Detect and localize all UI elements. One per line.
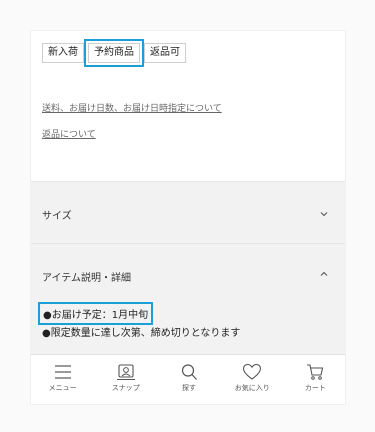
- heart-icon: [243, 363, 262, 380]
- tab-search-label: 探す: [182, 384, 196, 392]
- item-description-title: アイテム説明・詳細: [42, 273, 131, 284]
- tab-snap-label: スナップ: [111, 384, 140, 392]
- tab-favorites[interactable]: お気に入り: [221, 355, 284, 404]
- item-description-header[interactable]: アイテム説明・詳細: [31, 244, 345, 294]
- tag-new-arrival: 新入荷: [42, 43, 84, 63]
- tab-snap[interactable]: スナップ: [94, 355, 157, 404]
- snap-icon: [116, 364, 135, 380]
- tab-cart-label: カート: [304, 384, 326, 392]
- tab-favorites-label: お気に入り: [234, 384, 270, 392]
- size-section-title: サイズ: [42, 211, 72, 222]
- tag-highlight-frame: 予約商品: [84, 39, 144, 67]
- tag-preorder: 予約商品: [88, 43, 140, 63]
- tab-menu-label: メニュー: [48, 384, 77, 392]
- bottom-tab-bar: メニュー スナップ 探す お気に入り カート: [31, 354, 345, 404]
- returns-info-link[interactable]: 返品について: [42, 127, 96, 140]
- tag-returnable: 返品可: [144, 43, 186, 63]
- product-detail-panel: 新入荷 予約商品 返品可 送料、お届け日数、お届け日時指定について 返品について…: [30, 30, 346, 405]
- cart-icon: [307, 364, 324, 380]
- delivery-schedule-note: ●お届け予定：1月中旬: [37, 302, 154, 325]
- search-icon: [181, 364, 197, 380]
- chevron-down-icon: [320, 212, 328, 217]
- menu-icon: [54, 365, 71, 379]
- shipping-info-link[interactable]: 送料、お届け日数、お届け日時指定について: [42, 101, 222, 114]
- tag-row: 新入荷 予約商品 返品可: [42, 39, 186, 67]
- size-section[interactable]: サイズ: [31, 181, 345, 243]
- tab-cart[interactable]: カート: [284, 355, 345, 404]
- tab-search[interactable]: 探す: [157, 355, 220, 404]
- chevron-up-icon: [320, 271, 328, 276]
- item-description-section: アイテム説明・詳細 ●お届け予定：1月中旬 ●限定数量に達し次第、締め切りとなり…: [31, 243, 345, 358]
- tab-menu[interactable]: メニュー: [31, 355, 94, 404]
- limited-quantity-note: ●限定数量に達し次第、締め切りとなります: [42, 328, 241, 339]
